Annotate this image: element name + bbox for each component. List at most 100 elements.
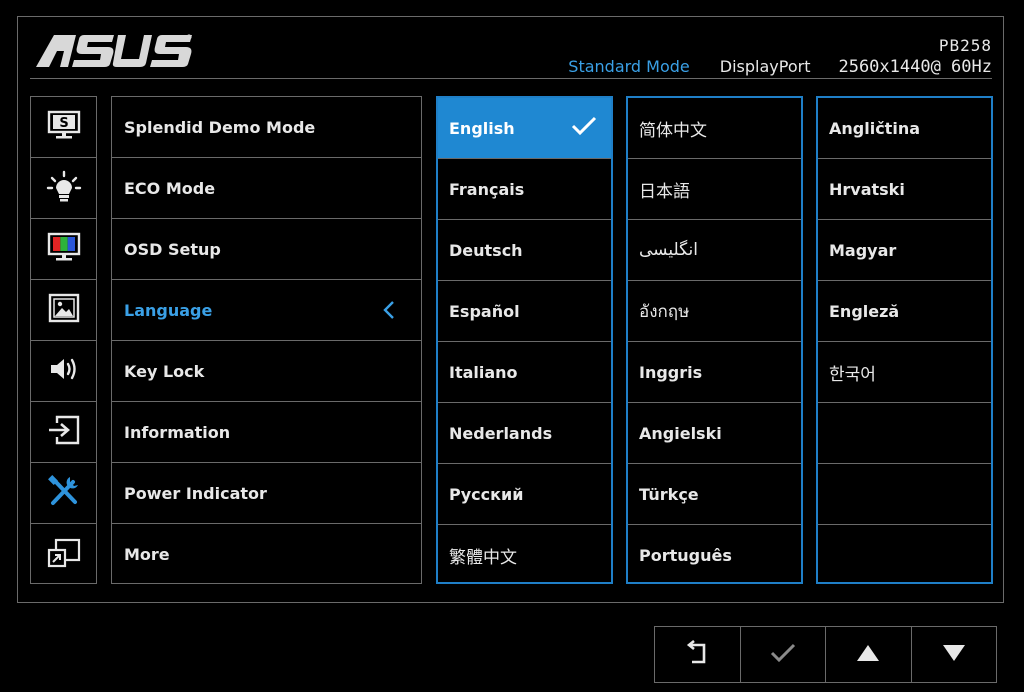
category-column: S	[30, 96, 97, 584]
language-option-romanian[interactable]: Engleză	[818, 281, 991, 342]
down-button[interactable]	[912, 627, 997, 682]
language-label: Angličtina	[829, 118, 920, 138]
language-label: 繁體中文	[449, 548, 517, 568]
language-label: 한국어	[829, 364, 876, 385]
return-button[interactable]	[655, 627, 741, 682]
language-label: Magyar	[829, 240, 897, 260]
sound-icon	[48, 355, 80, 387]
language-label: Inggris	[639, 362, 703, 382]
language-label: Français	[449, 179, 525, 199]
menu-item-label: Power Indicator	[124, 483, 267, 503]
menu-item-power-indicator[interactable]: Power Indicator	[112, 463, 421, 524]
menu-item-osd-setup[interactable]: OSD Setup	[112, 219, 421, 280]
splendid-icon: S	[47, 110, 81, 144]
language-option-empty	[818, 403, 991, 464]
language-option-russian[interactable]: Русский	[438, 464, 611, 525]
category-image[interactable]	[31, 280, 96, 341]
language-option-traditional-chinese[interactable]: 繁體中文	[438, 525, 611, 586]
language-label: انگلیسی	[639, 240, 698, 260]
blue-light-icon	[46, 170, 82, 206]
image-icon	[48, 293, 80, 327]
language-label: Nederlands	[449, 423, 553, 443]
language-option-italiano[interactable]: Italiano	[438, 342, 611, 403]
language-option-thai[interactable]: อังกฤษ	[628, 281, 801, 342]
current-mode: Standard Mode	[568, 57, 690, 76]
language-label: Hrvatski	[829, 179, 905, 199]
menu-item-label: Language	[124, 300, 213, 320]
chevron-left-icon	[383, 300, 395, 324]
language-column-1: English Français Deutsch Español Italian…	[436, 96, 613, 584]
model-name: PB258	[938, 36, 992, 55]
language-option-czech[interactable]: Angličtina	[818, 98, 991, 159]
language-column-3: Angličtina Hrvatski Magyar Engleză 한국어	[816, 96, 993, 584]
language-option-espanol[interactable]: Español	[438, 281, 611, 342]
current-input: DisplayPort	[719, 57, 811, 76]
menu-item-label: Key Lock	[124, 361, 205, 381]
language-option-english[interactable]: English	[438, 98, 611, 159]
language-label: 简体中文	[639, 120, 707, 141]
down-arrow-icon	[942, 644, 966, 666]
language-label: Italiano	[449, 362, 518, 382]
category-system-setup[interactable]	[31, 463, 96, 524]
language-option-hungarian[interactable]: Magyar	[818, 220, 991, 281]
language-label: 日本語	[639, 181, 690, 202]
system-setup-icon	[46, 474, 82, 512]
language-option-deutsch[interactable]: Deutsch	[438, 220, 611, 281]
return-icon	[682, 639, 712, 670]
language-option-nederlands[interactable]: Nederlands	[438, 403, 611, 464]
menu-item-information[interactable]: Information	[112, 402, 421, 463]
up-arrow-icon	[856, 644, 880, 666]
menu-item-more[interactable]: More	[112, 524, 421, 585]
category-pip[interactable]	[31, 524, 96, 585]
category-input-select[interactable]	[31, 402, 96, 463]
language-option-empty	[818, 525, 991, 586]
category-blue-light[interactable]	[31, 158, 96, 219]
language-option-simplified-chinese[interactable]: 简体中文	[628, 98, 801, 159]
asus-logo	[36, 34, 194, 72]
menu-item-splendid-demo-mode[interactable]: Splendid Demo Mode	[112, 97, 421, 158]
color-icon	[47, 232, 81, 266]
menu-item-key-lock[interactable]: Key Lock	[112, 341, 421, 402]
language-label: English	[449, 118, 515, 138]
header-divider	[30, 78, 992, 79]
language-label: Русский	[449, 484, 524, 504]
language-option-japanese[interactable]: 日本語	[628, 159, 801, 220]
language-option-persian[interactable]: انگلیسی	[628, 220, 801, 281]
status-row: Standard Mode DisplayPort 2560x1440@ 60H…	[568, 57, 992, 77]
language-option-francais[interactable]: Français	[438, 159, 611, 220]
confirm-button[interactable]	[741, 627, 826, 682]
language-option-turkish[interactable]: Türkçe	[628, 464, 801, 525]
check-icon	[770, 643, 796, 667]
language-option-empty	[818, 464, 991, 525]
language-option-polish[interactable]: Angielski	[628, 403, 801, 464]
language-label: Deutsch	[449, 240, 523, 260]
menu-item-label: More	[124, 545, 170, 564]
language-column-2: 简体中文 日本語 انگلیسی อังกฤษ Inggris Angielsk…	[626, 96, 803, 584]
language-option-indonesian[interactable]: Inggris	[628, 342, 801, 403]
menu-item-label: ECO Mode	[124, 178, 216, 198]
language-label: Español	[449, 301, 520, 321]
language-label: Angielski	[639, 423, 722, 443]
submenu-column: Splendid Demo Mode ECO Mode OSD Setup La…	[111, 96, 422, 584]
language-option-croatian[interactable]: Hrvatski	[818, 159, 991, 220]
input-select-icon	[47, 415, 81, 449]
category-sound[interactable]	[31, 341, 96, 402]
language-label: Türkçe	[639, 484, 699, 504]
up-button[interactable]	[826, 627, 912, 682]
check-icon	[571, 116, 597, 140]
navigation-bar	[654, 626, 997, 683]
menu-item-eco-mode[interactable]: ECO Mode	[112, 158, 421, 219]
menu-item-language[interactable]: Language	[112, 280, 421, 341]
language-label: Engleză	[829, 301, 900, 321]
language-option-korean[interactable]: 한국어	[818, 342, 991, 403]
menu-item-label: Splendid Demo Mode	[124, 117, 316, 137]
category-color[interactable]	[31, 219, 96, 280]
pip-icon	[47, 538, 81, 572]
menu-item-label: Information	[124, 422, 231, 442]
language-option-portuguese[interactable]: Português	[628, 525, 801, 586]
language-label: Português	[639, 546, 732, 565]
category-splendid[interactable]: S	[31, 97, 96, 158]
language-label: อังกฤษ	[639, 301, 690, 322]
menu-item-label: OSD Setup	[124, 239, 221, 259]
current-resolution: 2560x1440@ 60Hz	[838, 57, 992, 77]
